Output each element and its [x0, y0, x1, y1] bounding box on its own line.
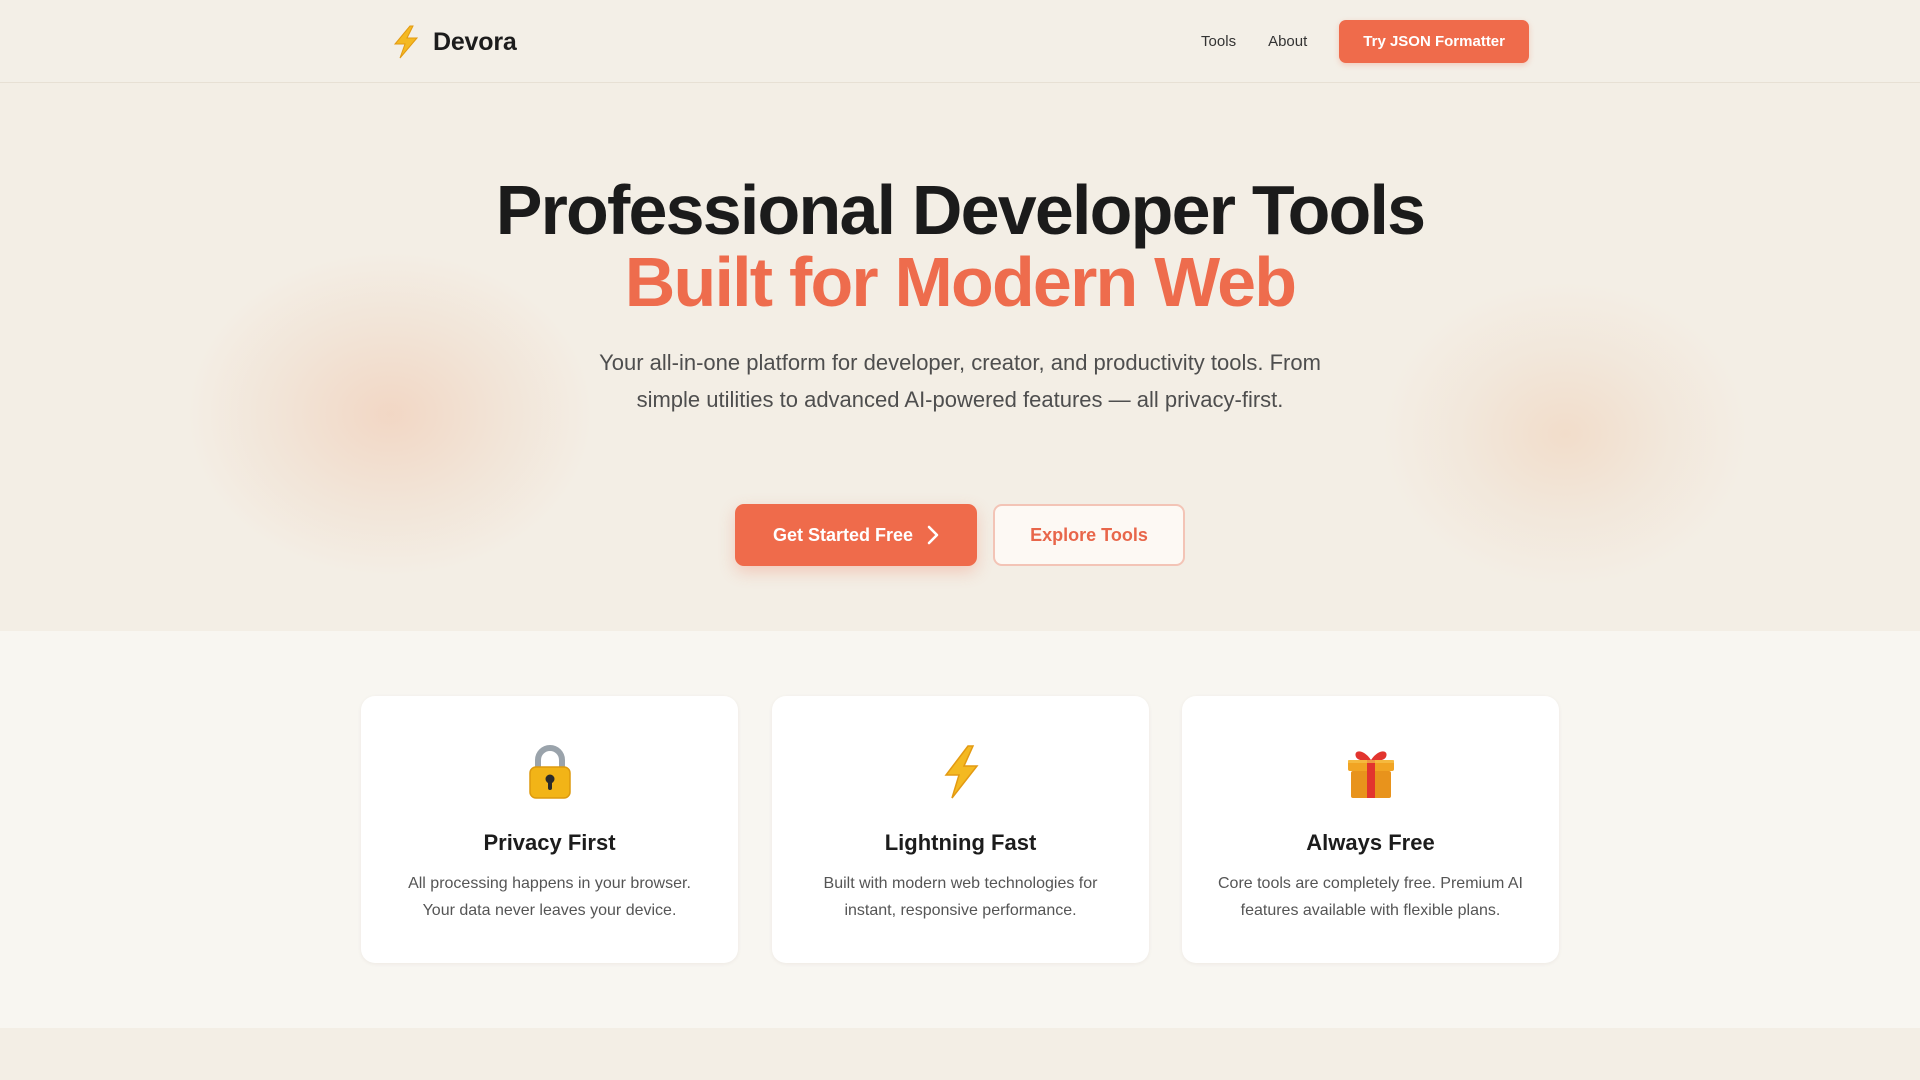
feature-description: Core tools are completely free. Premium …: [1217, 875, 1523, 919]
chevron-right-icon: [927, 525, 939, 545]
feature-description: All processing happens in your browser. …: [408, 875, 691, 919]
nav-link-about[interactable]: About: [1268, 33, 1307, 50]
try-json-formatter-button[interactable]: Try JSON Formatter: [1339, 20, 1529, 63]
brand-name: Devora: [433, 27, 517, 56]
feature-card-speed: Lightning Fast Built with modern web tec…: [772, 696, 1149, 963]
feature-title: Always Free: [1306, 830, 1435, 855]
feature-title: Privacy First: [483, 830, 616, 855]
feature-title: Lightning Fast: [884, 830, 1037, 855]
feature-description: Built with modern web technologies for i…: [823, 875, 1098, 919]
hero-subtitle: Your all-in-one platform for developer, …: [599, 350, 1321, 412]
lightning-icon: [772, 744, 1149, 800]
lock-icon: [361, 744, 738, 800]
feature-card-free: Always Free Core tools are completely fr…: [1182, 696, 1559, 963]
gift-icon: [1182, 744, 1559, 800]
explore-tools-button[interactable]: Explore Tools: [993, 504, 1185, 566]
feature-card-privacy: Privacy First All processing happens in …: [361, 696, 738, 963]
page-bottom-band: [0, 1028, 1920, 1080]
main-nav: Tools About Try JSON Formatter: [1201, 20, 1529, 63]
hero-section: Professional Developer Tools Built for M…: [0, 84, 1920, 631]
get-started-label: Get Started Free: [772, 524, 914, 545]
features-section: Privacy First All processing happens in …: [0, 631, 1920, 1028]
hero-title-line1: Professional Developer Tools: [495, 171, 1426, 249]
hero-actions: Get Started Free Explore Tools: [0, 504, 1920, 566]
lightning-icon: [391, 25, 421, 59]
hero-title-line2: Built for Modern Web: [624, 243, 1297, 321]
nav-link-tools[interactable]: Tools: [1201, 33, 1236, 50]
site-header: Devora Tools About Try JSON Formatter: [0, 0, 1920, 83]
hero-title: Professional Developer Tools Built for M…: [0, 174, 1920, 318]
get-started-button[interactable]: Get Started Free: [735, 504, 977, 566]
brand-logo[interactable]: Devora: [391, 22, 517, 62]
